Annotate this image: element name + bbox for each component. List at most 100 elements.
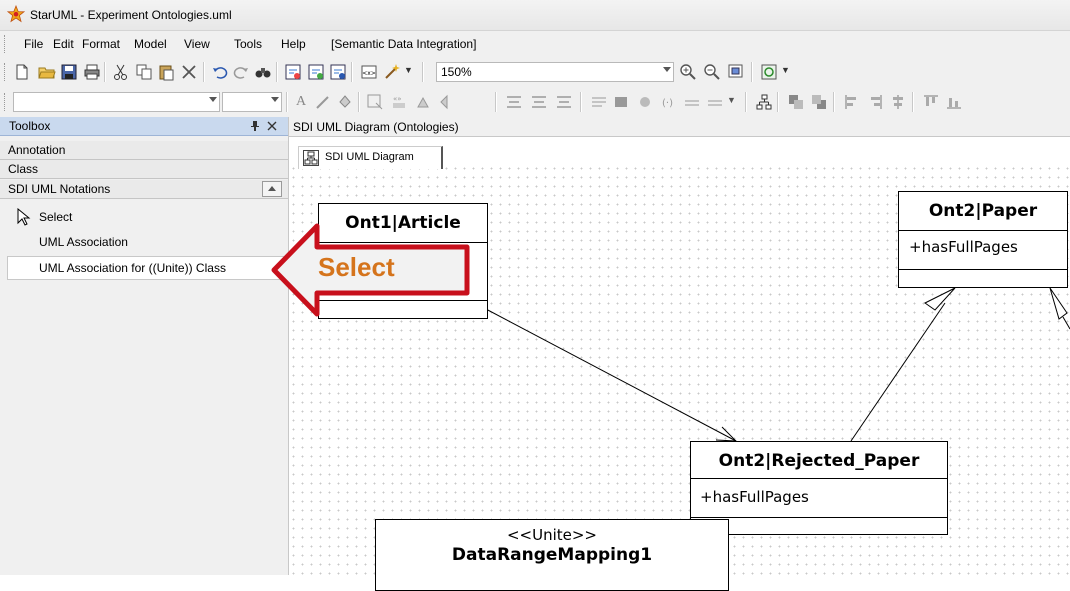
font-select[interactable] xyxy=(13,92,220,112)
section-label: Class xyxy=(8,162,39,176)
class-divider xyxy=(899,230,1067,231)
menu-semantic-data-integration[interactable]: [Semantic Data Integration] xyxy=(331,37,476,51)
auto-resize-icon[interactable] xyxy=(366,93,384,111)
layout-icon[interactable] xyxy=(612,93,630,111)
zoom-in-icon[interactable] xyxy=(679,63,697,81)
font-color-icon[interactable]: A xyxy=(296,94,306,110)
layout-icon[interactable]: (·) xyxy=(660,93,678,111)
diagram-view-icon[interactable] xyxy=(284,63,302,81)
dropdown-arrow-icon[interactable]: ▼ xyxy=(404,65,413,75)
toolbar-separator xyxy=(104,62,106,82)
callout-label: Select xyxy=(318,252,395,282)
dropdown-arrow-icon[interactable]: ▼ xyxy=(727,95,736,105)
tool-label: Select xyxy=(39,210,73,224)
generalization-line[interactable] xyxy=(850,302,946,442)
close-icon[interactable] xyxy=(266,120,278,132)
class-stereotype: <<Unite>> xyxy=(506,526,598,544)
toolbar-separator xyxy=(745,92,747,112)
diagram-view-icon[interactable] xyxy=(307,63,325,81)
fill-color-icon[interactable] xyxy=(336,93,354,111)
toolbox-section-class[interactable]: Class xyxy=(0,160,288,179)
align-icon[interactable] xyxy=(555,93,573,111)
menu-help[interactable]: Help xyxy=(281,37,306,51)
layout-icon[interactable] xyxy=(636,93,654,111)
tool-uml-association[interactable]: UML Association xyxy=(0,231,282,253)
new-file-icon[interactable] xyxy=(13,63,31,81)
svg-text:<x>: <x> xyxy=(362,70,376,77)
menu-tools[interactable]: Tools xyxy=(234,37,262,51)
chevron-down-icon xyxy=(663,67,671,72)
align-icon[interactable] xyxy=(505,93,523,111)
align-center-icon[interactable] xyxy=(889,93,907,111)
menu-format[interactable]: Format xyxy=(82,37,120,51)
menu-grip[interactable] xyxy=(4,35,8,53)
align-bottom-icon[interactable] xyxy=(945,93,963,111)
section-label: SDI UML Notations xyxy=(8,182,111,196)
class-name: Ont2|Rejected_Paper xyxy=(718,451,920,471)
pointer-icon xyxy=(17,208,31,226)
window-title: StarUML - Experiment Ontologies.uml xyxy=(30,8,232,22)
font-size-select[interactable] xyxy=(222,92,282,112)
diagram-panel-title: SDI UML Diagram (Ontologies) xyxy=(293,120,459,134)
send-back-icon[interactable] xyxy=(810,93,828,111)
copy-icon[interactable] xyxy=(135,63,153,81)
layout-icon[interactable] xyxy=(590,93,608,111)
zoom-out-icon[interactable] xyxy=(703,63,721,81)
menu-edit[interactable]: Edit xyxy=(53,37,74,51)
wizard-icon[interactable] xyxy=(383,63,401,81)
toolbox-section-annotation[interactable]: Annotation xyxy=(0,141,288,160)
collapse-button[interactable] xyxy=(262,181,282,197)
line-color-icon[interactable] xyxy=(314,93,332,111)
bring-front-icon[interactable] xyxy=(787,93,805,111)
class-divider xyxy=(899,269,1067,270)
toolbox-panel: Toolbox Annotation Class SDI UML Notatio… xyxy=(0,117,289,575)
suppress-icon[interactable] xyxy=(415,93,433,111)
toolbar-grip[interactable] xyxy=(4,93,8,111)
association-line[interactable] xyxy=(483,307,737,442)
menu-file[interactable]: File xyxy=(24,37,43,51)
layout-icon[interactable] xyxy=(683,93,701,111)
open-folder-icon[interactable] xyxy=(38,63,56,81)
zoom-value: 150% xyxy=(441,65,472,79)
xml-icon[interactable]: <x> xyxy=(360,63,378,81)
class-attribute: +hasFullPages xyxy=(700,488,809,506)
align-top-icon[interactable] xyxy=(922,93,940,111)
align-right-icon[interactable] xyxy=(866,93,884,111)
class-ont2-paper[interactable]: Ont2|Paper +hasFullPages xyxy=(898,191,1068,288)
delete-icon[interactable] xyxy=(180,63,198,81)
layout-icon[interactable] xyxy=(706,93,724,111)
toolbar-separator xyxy=(422,62,424,82)
tool-uml-association-unite[interactable]: UML Association for ((Unite)) Class xyxy=(7,256,284,280)
diagram-view-icon[interactable] xyxy=(329,63,347,81)
diagram-layout-icon[interactable] xyxy=(755,93,773,111)
menu-model[interactable]: Model xyxy=(134,37,167,51)
operations-icon[interactable] xyxy=(438,93,456,111)
toolbar-separator xyxy=(833,92,835,112)
toolbar-grip[interactable] xyxy=(4,63,8,81)
pin-icon[interactable] xyxy=(249,120,261,132)
tool-select[interactable]: Select xyxy=(0,206,282,228)
refresh-icon[interactable] xyxy=(760,63,778,81)
find-icon[interactable] xyxy=(254,63,272,81)
align-left-icon[interactable] xyxy=(843,93,861,111)
dropdown-arrow-icon[interactable]: ▼ xyxy=(781,65,790,75)
toolbox-title: Toolbox xyxy=(9,119,51,133)
redo-icon[interactable] xyxy=(232,63,250,81)
cut-icon[interactable] xyxy=(112,63,130,81)
align-icon[interactable] xyxy=(530,93,548,111)
toolbox-section-sdi-uml-notations[interactable]: SDI UML Notations xyxy=(0,180,288,199)
undo-icon[interactable] xyxy=(211,63,229,81)
zoom-select[interactable]: 150% xyxy=(436,62,674,82)
save-icon[interactable] xyxy=(60,63,78,81)
diagram-canvas[interactable]: SDI UML Diagram Ont1|Article Ont2|Paper … xyxy=(289,137,1070,591)
class-divider xyxy=(691,517,947,518)
fit-page-icon[interactable] xyxy=(727,63,745,81)
paste-icon[interactable] xyxy=(157,63,175,81)
chevron-down-icon xyxy=(271,97,279,102)
generalization-line[interactable] xyxy=(1062,316,1070,330)
stereotype-icon[interactable]: «» xyxy=(390,93,408,111)
print-icon[interactable] xyxy=(83,63,101,81)
class-attribute: +hasFullPages xyxy=(909,238,1018,256)
class-datarangemapping1[interactable]: <<Unite>> DataRangeMapping1 xyxy=(375,519,729,591)
menu-view[interactable]: View xyxy=(184,37,210,51)
